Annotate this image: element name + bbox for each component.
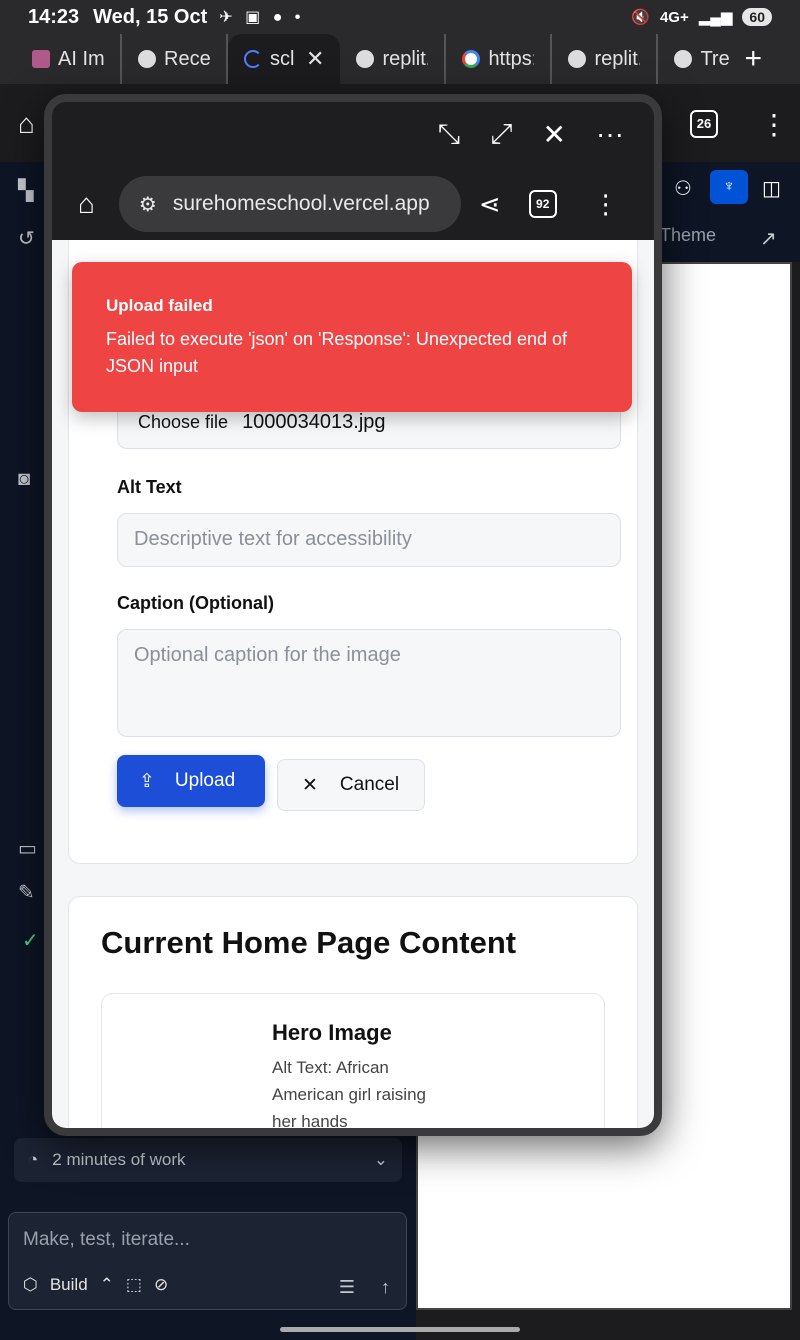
- add-user-icon[interactable]: ⚇: [674, 176, 692, 201]
- book-icon: ▭: [18, 838, 37, 860]
- section-title: Current Home Page Content: [101, 925, 517, 960]
- split-view-icon[interactable]: ◫: [762, 176, 781, 201]
- url-bar[interactable]: ⚙ surehomeschool.vercel.app: [118, 176, 461, 232]
- work-summary-row[interactable]: ◔ 2 minutes of work ⌄: [14, 1138, 402, 1182]
- status-bar: 14:23 Wed, 15 Oct ✈ ▣ ● • 🔇 4G+ ▂▄▆ 60: [0, 0, 800, 34]
- status-date: Wed, 15 Oct: [93, 5, 208, 28]
- globe-icon: [674, 50, 693, 68]
- hero-image-title: Hero Image: [272, 1020, 392, 1045]
- web-page: Choose file 1000034013.jpg Alt Text Desc…: [52, 240, 654, 1131]
- maximize-icon[interactable]: ⤢: [490, 118, 512, 151]
- chevron-up-icon[interactable]: ⌃: [100, 1275, 114, 1295]
- alt-text-label: Alt Text: [117, 477, 182, 497]
- menu-icon[interactable]: ⋮: [593, 189, 619, 220]
- loading-spinner-icon: [244, 50, 262, 68]
- popup-window-controls: ⤡ ⤢ ✕ ···: [52, 102, 654, 166]
- cube-icon: ⬡: [23, 1275, 38, 1294]
- home-icon[interactable]: ⌂: [78, 188, 95, 220]
- gauge-icon: ◔: [28, 1150, 39, 1169]
- tab-favicon-icon: [32, 50, 50, 68]
- share-icon[interactable]: ⋖: [479, 189, 501, 220]
- prompt-actions-left: ⬡ Build ⌃ ⬚ ⊘: [23, 1275, 168, 1295]
- work-summary-text: 2 minutes of work: [52, 1150, 186, 1169]
- browser-tab-strip: AI Ima Recer scl ✕ replit. https: replit…: [0, 34, 800, 84]
- build-mode-label[interactable]: Build: [50, 1275, 88, 1295]
- notification-icons: ✈ ▣ ● •: [219, 9, 305, 26]
- cancel-button-label: Cancel: [339, 774, 400, 795]
- network-label: 4G+: [659, 8, 689, 26]
- cancel-button[interactable]: ✕ Cancel: [277, 759, 425, 811]
- attach-icon[interactable]: ⊘: [154, 1275, 168, 1295]
- alt-text-input[interactable]: Descriptive text for accessibility: [117, 513, 621, 567]
- tree-icon[interactable]: ♆: [710, 170, 748, 204]
- browser-tab[interactable]: AI Ima: [16, 34, 122, 84]
- tab-title: scl: [270, 47, 295, 70]
- google-icon: [462, 50, 481, 68]
- prompt-input-box[interactable]: Make, test, iterate... ⬡ Build ⌃ ⬚ ⊘ ☰ ↑: [8, 1212, 407, 1310]
- browser-tab[interactable]: Recer: [122, 34, 228, 84]
- browser-tab-active[interactable]: scl ✕: [228, 34, 341, 84]
- browser-tab[interactable]: replit.: [340, 34, 447, 84]
- home-icon[interactable]: ⌂: [18, 108, 35, 140]
- check-circle-icon: ✓: [22, 930, 39, 952]
- prompt-placeholder[interactable]: Make, test, iterate...: [23, 1229, 190, 1251]
- browser-tab[interactable]: replit.: [552, 34, 659, 84]
- choose-file-button[interactable]: Choose file: [138, 412, 228, 433]
- select-element-icon[interactable]: ⬚: [126, 1275, 142, 1295]
- error-toast[interactable]: Upload failed Failed to execute 'json' o…: [72, 262, 632, 412]
- tab-title: replit.: [382, 47, 429, 70]
- close-icon: ✕: [302, 774, 318, 796]
- close-tab-icon[interactable]: ✕: [306, 46, 324, 72]
- battery-indicator: 60: [742, 8, 772, 26]
- home-content-card: Current Home Page Content Hero Image Alt…: [68, 896, 638, 1131]
- caption-label: Caption (Optional): [117, 593, 274, 613]
- toast-message: Failed to execute 'json' on 'Response': …: [106, 329, 568, 376]
- tab-favicon-icon: [138, 50, 156, 68]
- menu-icon[interactable]: ⋮: [760, 108, 788, 141]
- gesture-home-indicator[interactable]: [280, 1327, 520, 1332]
- chevron-down-icon: ⌄: [373, 1150, 388, 1169]
- prompt-actions-right: ☰ ↑: [339, 1277, 390, 1298]
- new-tab-icon[interactable]: +: [744, 42, 762, 76]
- layout-icon[interactable]: ▚: [18, 178, 33, 203]
- hero-image-item: Hero Image Alt Text: African American gi…: [101, 993, 605, 1131]
- globe-icon: [356, 50, 375, 68]
- mute-icon: 🔇: [631, 9, 650, 26]
- signal-icon: ▂▄▆: [698, 9, 733, 26]
- tab-title: Trea: [700, 47, 730, 70]
- upload-button[interactable]: ⇪ Upload: [117, 755, 265, 807]
- tab-count-badge[interactable]: 92: [528, 190, 557, 218]
- hero-alt-text: Alt Text: African American girl raising …: [272, 1058, 426, 1131]
- url-text[interactable]: surehomeschool.vercel.app: [173, 192, 430, 216]
- theme-label[interactable]: Theme: [660, 225, 716, 246]
- edit-icon: ✎: [18, 882, 35, 904]
- settings-sliders-icon[interactable]: ☰: [339, 1277, 355, 1298]
- upload-button-label: Upload: [174, 770, 236, 791]
- browser-tab[interactable]: Trea: [658, 34, 734, 84]
- upload-icon: ⇪: [139, 770, 155, 792]
- history-icon[interactable]: ↺: [18, 226, 35, 251]
- external-link-icon[interactable]: ↗: [760, 226, 777, 251]
- tab-title: https:: [488, 47, 535, 70]
- close-icon[interactable]: ✕: [543, 118, 566, 151]
- popup-address-row: ⌂ ⚙ surehomeschool.vercel.app ⋖ 92 ⋮: [52, 168, 654, 240]
- tab-title: AI Ima: [58, 47, 104, 70]
- caption-textarea[interactable]: Optional caption for the image: [117, 629, 621, 737]
- browser-tab[interactable]: https:: [446, 34, 553, 84]
- more-icon[interactable]: ···: [596, 118, 624, 150]
- status-time: 14:23: [28, 5, 80, 28]
- site-settings-icon[interactable]: ⚙: [139, 192, 157, 217]
- globe-icon: [568, 50, 587, 68]
- toast-title: Upload failed: [106, 296, 213, 315]
- tab-title: replit.: [594, 47, 641, 70]
- minimize-icon[interactable]: ⤡: [438, 118, 460, 151]
- selected-file-name: 1000034013.jpg: [242, 410, 386, 433]
- send-arrow-icon[interactable]: ↑: [381, 1277, 390, 1298]
- status-right: 🔇 4G+ ▂▄▆ 60: [631, 8, 772, 26]
- popup-browser-window: ⤡ ⤢ ✕ ··· ⌂ ⚙ surehomeschool.vercel.app …: [44, 94, 662, 1136]
- camera-icon: ◙: [18, 468, 31, 490]
- tab-count-badge[interactable]: 26: [690, 110, 718, 138]
- tab-title: Recer: [164, 47, 210, 70]
